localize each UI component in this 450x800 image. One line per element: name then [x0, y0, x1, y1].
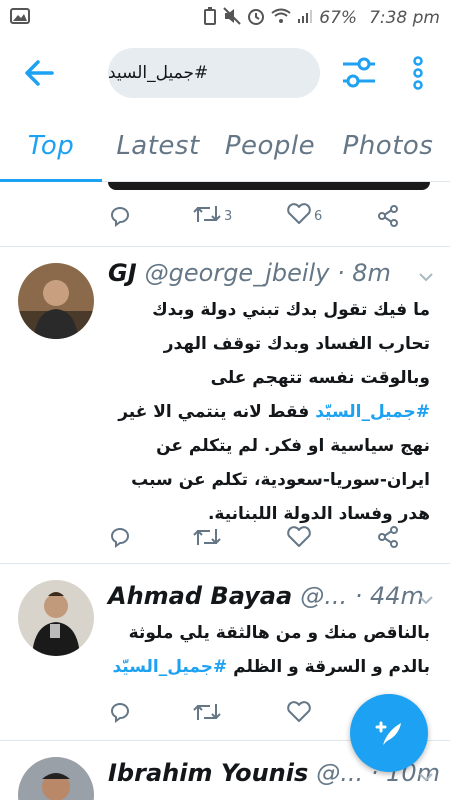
battery-saver-icon [203, 6, 217, 30]
tweet-media-image[interactable] [108, 182, 430, 190]
retweet-button[interactable]: 3 [192, 204, 232, 228]
heart-icon[interactable] [286, 525, 312, 549]
tweet-header: Ahmad Bayaa @... · 44m [108, 582, 424, 610]
avatar[interactable] [18, 757, 94, 800]
tweet-header: GJ @george_jbeily · 8m [108, 259, 391, 287]
hashtag-link[interactable]: #جميل_السيّد [112, 657, 227, 677]
author-handle[interactable]: @george_jbeily · 8m [145, 259, 391, 287]
tab-latest[interactable]: Latest [102, 110, 214, 182]
heart-icon[interactable] [286, 700, 312, 724]
retweet-icon[interactable] [192, 700, 222, 724]
battery-level: 67% [319, 8, 358, 28]
like-count: 6 [314, 208, 323, 224]
chevron-down-icon[interactable] [418, 269, 434, 282]
tweet[interactable]: GJ @george_jbeily · 8m ما فيك تقول بدك ت… [0, 247, 450, 562]
avatar[interactable] [18, 580, 94, 656]
retweet-icon [192, 202, 222, 230]
reply-icon[interactable] [108, 700, 132, 724]
share-icon[interactable] [376, 525, 400, 549]
chevron-down-icon[interactable] [418, 592, 434, 605]
alarm-icon [247, 7, 265, 30]
signal-icon [297, 8, 313, 29]
share-icon[interactable] [376, 204, 400, 228]
compose-tweet-icon [375, 721, 401, 745]
author-name[interactable]: GJ [108, 259, 137, 287]
avatar[interactable] [18, 263, 94, 339]
top-bar: #جميل_السيد [0, 36, 450, 110]
like-button[interactable]: 6 [286, 202, 323, 230]
back-arrow-icon[interactable] [22, 56, 56, 90]
retweet-count: 3 [224, 208, 233, 224]
tweet-actions [0, 517, 450, 557]
reply-icon[interactable] [108, 204, 132, 228]
author-name[interactable]: Ahmad Bayaa [108, 582, 292, 610]
tab-people[interactable]: People [214, 110, 326, 182]
tweet-actions: 3 6 [0, 196, 450, 236]
hashtag-link[interactable]: #جميل_السيّد [315, 402, 430, 422]
gallery-notification-icon [0, 7, 40, 29]
author-name[interactable]: Ibrahim Younis [108, 759, 308, 787]
search-input[interactable]: #جميل_السيد [108, 48, 320, 98]
tab-top[interactable]: Top [0, 110, 102, 182]
tweet-text: ما فيك تقول بدك تبني دولة وبدك تحارب الف… [108, 293, 430, 531]
retweet-icon[interactable] [192, 525, 222, 549]
author-handle[interactable]: @... · 44m [300, 582, 424, 610]
sliders-icon[interactable] [340, 54, 378, 92]
tweet-text: بالناقص منك و من هالثقة يلي ملوثة بالدم … [108, 616, 430, 684]
chevron-down-icon[interactable] [418, 769, 434, 782]
heart-icon [286, 202, 312, 230]
vertical-dots-icon[interactable] [406, 54, 430, 92]
compose-tweet-button[interactable] [350, 694, 428, 772]
mute-icon [223, 6, 241, 30]
clock: 7:38 pm [369, 8, 440, 28]
search-tabs: Top Latest People Photos [0, 110, 450, 182]
wifi-icon [271, 8, 291, 29]
reply-icon[interactable] [108, 525, 132, 549]
status-bar: 67% 7:38 pm [0, 0, 450, 36]
tab-photos[interactable]: Photos [326, 110, 450, 182]
tweet-text-part: ما فيك تقول بدك تبني دولة وبدك تحارب الف… [152, 300, 430, 388]
